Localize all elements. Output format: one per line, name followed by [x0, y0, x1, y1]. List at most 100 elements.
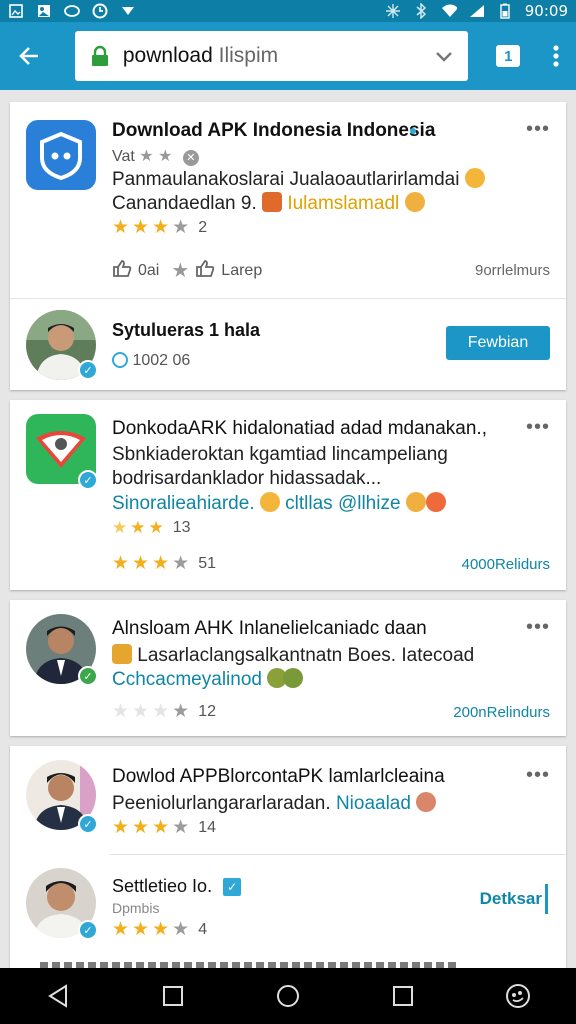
thumbs-up-icon[interactable] [112, 259, 132, 282]
chevron-down-icon[interactable] [434, 46, 454, 66]
star-icon: ★ [112, 701, 130, 722]
star-icon: ★ [152, 701, 170, 722]
more-options-button[interactable]: ••• [526, 416, 550, 439]
nav-assistant-button[interactable] [490, 968, 546, 1024]
star-icon: ★ [132, 817, 150, 838]
more-options-button[interactable]: ••• [526, 118, 550, 141]
settings-status-icon [385, 3, 401, 19]
more-options-button[interactable]: ••• [526, 616, 550, 639]
nav-square-button[interactable] [145, 968, 201, 1024]
divider [110, 854, 566, 855]
snippet-link[interactable]: Sinoralieahiarde. [112, 493, 255, 514]
star-icon: ★ [172, 701, 190, 722]
result-actions: 0ai ★ Larep [112, 258, 262, 283]
follow-button[interactable]: Fewbian [446, 326, 550, 360]
sub-rating-stars: ★ ★ ★ 13 [112, 518, 191, 538]
rating-stars: ★ ★ ★ ★ 51 [112, 552, 216, 575]
snippet-link[interactable]: Nioaalad [336, 793, 411, 814]
url-secondary: Ilispim [212, 44, 279, 67]
url-text[interactable]: pownload Ilispim [123, 44, 434, 68]
verified-square-icon: ✓ [223, 878, 242, 896]
laugh-emoji-icon [404, 192, 425, 212]
green-emoji-icon [283, 668, 304, 688]
star-icon: ★ [152, 919, 170, 940]
star-icon: ★ [172, 217, 190, 238]
result-title[interactable]: Dowlod APPBlorcontaPK lamlarlcleaina [112, 766, 445, 788]
snippet-link[interactable]: cltllas @llhize [285, 493, 400, 514]
result-snippet-line-1: Lasarlaclangsalkantnatn Boes. Iatecoad [112, 644, 474, 667]
rating-count: 12 [198, 702, 216, 720]
star-icon: ★ [112, 553, 130, 574]
more-options-button[interactable]: ••• [526, 764, 550, 787]
recents-square-icon [393, 986, 414, 1006]
rating-count: 51 [198, 554, 216, 572]
result-card-1[interactable]: Download APK Indonesia Indonesia ••• Vat… [10, 102, 566, 390]
result-snippet-line-1: Peeniolurlangararlaradan. Nioaalad [112, 792, 437, 815]
signal-icon [469, 3, 485, 19]
action-link-bar [545, 884, 548, 914]
result-meta: 200nRelindurs [453, 704, 550, 721]
action-link[interactable]: Detksar [480, 889, 542, 909]
more-vert-icon [553, 45, 559, 67]
heart-eyes-emoji-icon [425, 492, 446, 512]
tab-switcher-button[interactable]: 1 [480, 22, 537, 90]
close-small-icon: ✕ [182, 150, 199, 166]
star-icon: ★ [112, 919, 130, 940]
result-card-2[interactable]: ✓ DonkodaARK hidalonatiad adad mdanakan.… [10, 400, 566, 590]
verified-badge-icon: ✓ [78, 814, 98, 834]
verified-badge-icon: ✓ [78, 920, 98, 940]
star-icon: ★ [152, 217, 170, 238]
result-title[interactable]: DonkodaARK hidalonatiad adad mdanakan., [112, 418, 487, 440]
result-title[interactable]: Download APK Indonesia Indonesia [112, 120, 435, 142]
home-circle-icon [276, 985, 299, 1007]
rating-count: 4 [198, 920, 208, 938]
smile-emoji-icon [464, 168, 485, 188]
rating-stars: ★ ★ ★ ★ 4 [112, 918, 207, 941]
result-snippet-line-1: Sbnkiaderoktan kgamtiad lincampeliang [112, 444, 448, 465]
author-name[interactable]: Sytulueras 1 hala [112, 320, 260, 341]
result-snippet-line-3: Sinoralieahiarde. cltllas @llhize [112, 492, 446, 515]
triangle-back-icon [47, 984, 67, 1008]
status-time: 90:09 [524, 2, 568, 20]
app-icon-chat [26, 120, 96, 190]
snippet-text: Panmaulanakoslarai Jualaoautlarirlamdai [112, 169, 460, 190]
star-icon: ★ [152, 553, 170, 574]
sync-notification-icon [64, 3, 80, 19]
laugh-emoji-icon [405, 492, 426, 512]
star-icon: ★ [172, 553, 190, 574]
author-sub: Dpmbis [112, 900, 160, 916]
author-name[interactable]: Settletieo Io. ✓ [112, 876, 242, 897]
lock-icon [91, 45, 108, 66]
star-icon[interactable]: ★ [171, 258, 189, 283]
status-bar: 90:09 [0, 0, 576, 22]
rating-stars: ★ ★ ★ ★ 12 [112, 700, 216, 723]
nav-back-button[interactable] [30, 968, 86, 1024]
back-arrow-icon [19, 47, 39, 65]
result-card-3[interactable]: ✓ Alnsloam AHK Inlanelielcaniadc daan ••… [10, 600, 566, 736]
tab-count: 1 [496, 45, 521, 67]
learn-link[interactable]: Larep [221, 262, 262, 280]
smile-emoji-icon [259, 492, 280, 512]
assistant-icon [506, 984, 531, 1008]
snippet-text: Canandaedlan 9. [112, 193, 257, 214]
overflow-menu-button[interactable] [537, 22, 576, 90]
result-title[interactable]: Alnsloam AHK Inlanelielcaniadc daan [112, 618, 427, 640]
snippet-link[interactable]: Cchcacmeyalinod [112, 669, 262, 690]
star-icon: ★ [130, 518, 146, 537]
angry-emoji-icon [262, 192, 283, 212]
browser-toolbar: pownload Ilispim 1 [0, 22, 576, 90]
result-card-4[interactable]: ✓ Dowlod APPBlorcontaPK lamlarlcleaina •… [10, 746, 566, 968]
share-icon [112, 352, 128, 368]
battery-icon [497, 3, 513, 19]
star-icon: ★ [132, 553, 150, 574]
face-emoji-icon [416, 792, 437, 812]
square-icon [162, 986, 183, 1006]
nav-home-button[interactable] [260, 968, 316, 1024]
result-snippet-line-2: Canandaedlan 9. Iulamslamadl [112, 192, 425, 215]
thumbs-up-outline-icon[interactable] [195, 259, 215, 282]
author-stat: 1002 06 [112, 352, 190, 370]
clock-notification-icon [92, 3, 108, 19]
nav-recents-button[interactable] [375, 968, 431, 1024]
url-bar[interactable]: pownload Ilispim [74, 31, 468, 81]
back-button[interactable] [0, 22, 59, 90]
